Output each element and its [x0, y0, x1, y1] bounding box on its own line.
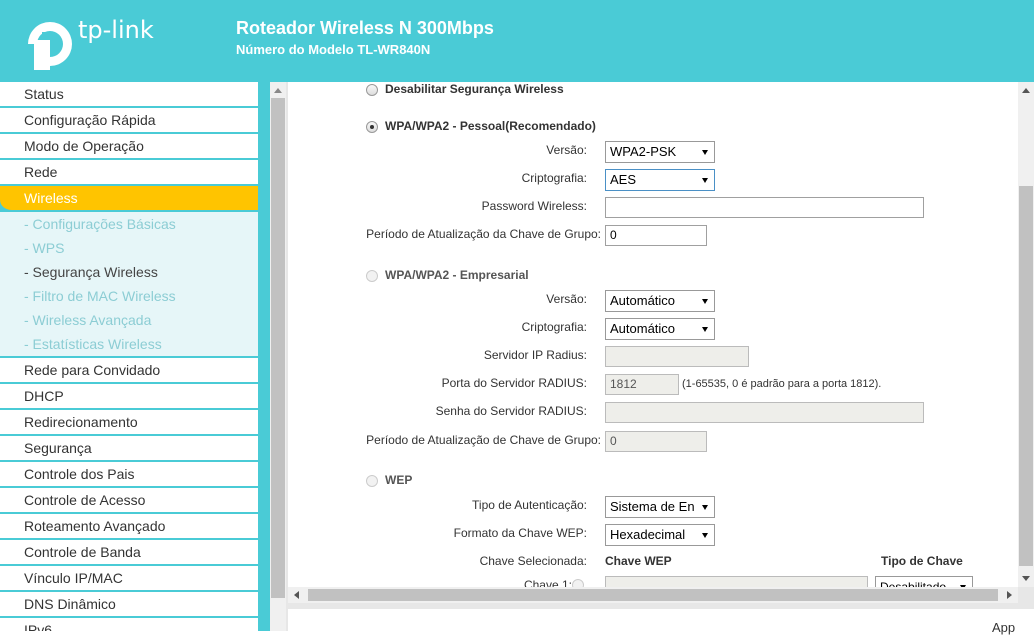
- radius-password-label: Senha do Servidor RADIUS:: [435, 404, 587, 418]
- crypto-label: Criptografia:: [521, 171, 587, 185]
- content-vertical-scrollbar[interactable]: [1018, 82, 1034, 587]
- radius-port-label: Porta do Servidor RADIUS:: [441, 376, 587, 390]
- password-label: Password Wireless:: [481, 199, 587, 213]
- enterprise-crypto-value: Automático: [610, 321, 676, 336]
- security-settings-panel: Desabilitar Segurança Wireless WPA/WPA2 …: [288, 82, 1018, 587]
- menu-item-dynamic-dns[interactable]: DNS Dinâmico: [0, 592, 258, 618]
- header: tp-link Roteador Wireless N 300Mbps Núme…: [0, 0, 1034, 82]
- content-horizontal-scrollbar[interactable]: [288, 587, 1018, 603]
- version-select[interactable]: WPA2-PSK: [605, 141, 715, 163]
- wep-label: WEP: [385, 473, 413, 487]
- wpa-enterprise-label: WPA/WPA2 - Empresarial: [385, 268, 529, 282]
- radius-port-hint: (1-65535, 0 é padrão para a porta 1812).: [682, 378, 882, 390]
- key-type-column-header: Tipo de Chave: [881, 554, 963, 568]
- scrollbar-thumb[interactable]: [271, 98, 285, 598]
- radius-ip-label: Servidor IP Radius:: [483, 348, 587, 362]
- menu-item-security[interactable]: Segurança: [0, 436, 258, 462]
- auth-type-select[interactable]: Sistema de En: [605, 496, 715, 518]
- footer-bar: [288, 609, 1034, 631]
- sidebar-menu: Status Configuração Rápida Modo de Opera…: [0, 82, 258, 631]
- radius-port-input[interactable]: 1812: [605, 374, 679, 395]
- wireless-submenu: - Configurações Básicas - WPS - Seguranç…: [0, 212, 258, 358]
- wep-key-column-header: Chave WEP: [605, 554, 672, 568]
- chevron-down-icon: [702, 327, 708, 332]
- menu-item-dhcp[interactable]: DHCP: [0, 384, 258, 410]
- enterprise-group-key-label: Período de Atualização de Chave de Grupo…: [366, 433, 601, 447]
- menu-item-bandwidth-control[interactable]: Controle de Banda: [0, 540, 258, 566]
- menu-item-quick-setup[interactable]: Configuração Rápida: [0, 108, 258, 134]
- key1-radio[interactable]: [572, 579, 584, 587]
- submenu-item-basic-settings[interactable]: - Configurações Básicas: [0, 212, 258, 236]
- password-input[interactable]: [605, 197, 924, 218]
- enterprise-version-label: Versão:: [546, 292, 587, 306]
- scrollbar-thumb[interactable]: [1019, 186, 1033, 566]
- wep-format-select[interactable]: Hexadecimal: [605, 524, 715, 546]
- apply-button[interactable]: App: [992, 620, 1015, 635]
- enterprise-group-key-input[interactable]: 0: [605, 431, 707, 452]
- enterprise-version-select[interactable]: Automático: [605, 290, 715, 312]
- menu-item-network[interactable]: Rede: [0, 160, 258, 186]
- wpa-enterprise-radio[interactable]: [366, 270, 378, 282]
- enterprise-version-value: Automático: [610, 293, 676, 308]
- chevron-down-icon: [702, 505, 708, 510]
- version-value: WPA2-PSK: [610, 144, 677, 159]
- menu-item-access-control[interactable]: Controle de Acesso: [0, 488, 258, 514]
- scrollbar-thumb[interactable]: [308, 589, 998, 601]
- sidebar: Status Configuração Rápida Modo de Opera…: [0, 82, 270, 631]
- disable-security-label: Desabilitar Segurança Wireless: [385, 82, 564, 96]
- wep-format-value: Hexadecimal: [610, 527, 686, 542]
- menu-item-operation-mode[interactable]: Modo de Operação: [0, 134, 258, 160]
- auth-type-value: Sistema de En: [610, 499, 695, 514]
- submenu-item-wireless-security[interactable]: - Segurança Wireless: [0, 260, 258, 284]
- group-key-input[interactable]: 0: [605, 225, 707, 246]
- model-number: Número do Modelo TL-WR840N: [236, 42, 431, 57]
- menu-item-parental-control[interactable]: Controle dos Pais: [0, 462, 258, 488]
- key1-label: Chave 1:: [523, 578, 572, 587]
- enterprise-crypto-label: Criptografia:: [521, 320, 587, 334]
- wep-radio[interactable]: [366, 475, 378, 487]
- brand-name: tp-link: [78, 16, 154, 44]
- sidebar-scrollbar[interactable]: [270, 82, 286, 631]
- scroll-up-arrow-icon[interactable]: [274, 88, 282, 93]
- radius-password-input[interactable]: [605, 402, 924, 423]
- menu-item-ip-mac-binding[interactable]: Vínculo IP/MAC: [0, 566, 258, 592]
- crypto-value: AES: [610, 172, 637, 187]
- chevron-down-icon: [702, 299, 708, 304]
- key1-input[interactable]: [605, 576, 868, 587]
- wep-format-label: Formato da Chave WEP:: [453, 526, 587, 540]
- scroll-up-arrow-icon[interactable]: [1022, 88, 1030, 93]
- menu-item-status[interactable]: Status: [0, 82, 258, 108]
- submenu-item-advanced-wireless[interactable]: - Wireless Avançada: [0, 308, 258, 332]
- wpa-personal-radio[interactable]: [366, 121, 378, 133]
- radius-ip-input[interactable]: [605, 346, 749, 367]
- version-label: Versão:: [546, 143, 587, 157]
- selected-key-label: Chave Selecionada:: [479, 554, 587, 568]
- menu-item-advanced-routing[interactable]: Roteamento Avançado: [0, 514, 258, 540]
- chevron-down-icon: [702, 178, 708, 183]
- chevron-down-icon: [702, 533, 708, 538]
- submenu-item-wireless-stats[interactable]: - Estatísticas Wireless: [0, 332, 258, 356]
- menu-item-ipv6[interactable]: IPv6: [0, 618, 258, 631]
- chevron-down-icon: [702, 150, 708, 155]
- key1-type-select[interactable]: Desabilitado: [875, 576, 973, 587]
- submenu-item-wps[interactable]: - WPS: [0, 236, 258, 260]
- enterprise-crypto-select[interactable]: Automático: [605, 318, 715, 340]
- group-key-label: Período de Atualização da Chave de Grupo…: [366, 227, 601, 241]
- auth-type-label: Tipo de Autenticação:: [472, 498, 587, 512]
- scroll-down-arrow-icon[interactable]: [1022, 576, 1030, 581]
- scroll-right-arrow-icon[interactable]: [1007, 591, 1012, 599]
- product-title: Roteador Wireless N 300Mbps: [236, 18, 494, 38]
- disable-security-radio[interactable]: [366, 84, 378, 96]
- scroll-left-arrow-icon[interactable]: [294, 591, 299, 599]
- menu-item-guest-network[interactable]: Rede para Convidado: [0, 358, 258, 384]
- crypto-select[interactable]: AES: [605, 169, 715, 191]
- submenu-item-mac-filter[interactable]: - Filtro de MAC Wireless: [0, 284, 258, 308]
- menu-item-forwarding[interactable]: Redirecionamento: [0, 410, 258, 436]
- wpa-personal-label: WPA/WPA2 - Pessoal(Recomendado): [385, 119, 596, 133]
- menu-item-wireless[interactable]: Wireless: [0, 186, 258, 212]
- key1-type-value: Desabilitado: [880, 580, 947, 587]
